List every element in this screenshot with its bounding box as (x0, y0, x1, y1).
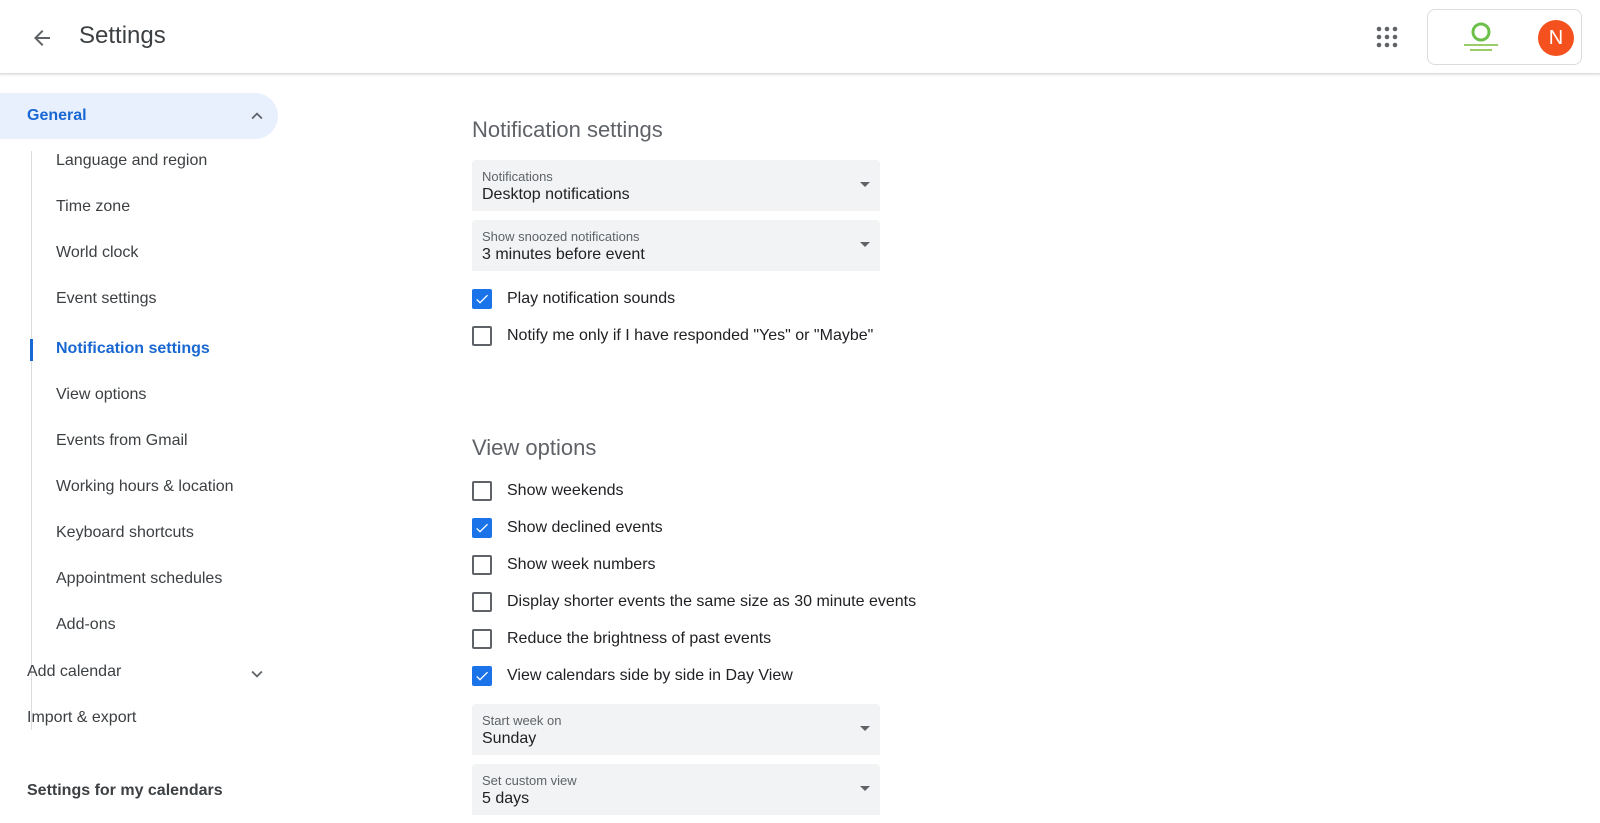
organization-logo (1464, 22, 1498, 51)
play-sounds-checkbox-row[interactable]: Play notification sounds (472, 287, 675, 311)
select-value: 5 days (482, 790, 530, 807)
sidebar-item-notification-settings[interactable]: Notification settings (56, 340, 210, 358)
show-declined-checkbox-row[interactable]: Show declined events (472, 516, 663, 540)
checkmark-icon (476, 294, 488, 304)
apps-button[interactable] (1367, 17, 1407, 57)
back-button[interactable] (22, 18, 62, 58)
sidebar-item-label: General (27, 107, 87, 124)
checkbox-unchecked[interactable] (472, 629, 492, 649)
checkbox-unchecked[interactable] (472, 592, 492, 612)
sidebar-item-general[interactable]: General (0, 93, 278, 139)
checkbox-label: Show week numbers (507, 556, 656, 573)
reduce-brightness-checkbox-row[interactable]: Reduce the brightness of past events (472, 627, 771, 651)
select-value: Desktop notifications (482, 186, 630, 203)
checkbox-checked[interactable] (472, 289, 492, 309)
checkmark-icon (476, 523, 488, 533)
sidebar-item-world-clock[interactable]: World clock (56, 244, 138, 262)
shorter-events-checkbox-row[interactable]: Display shorter events the same size as … (472, 590, 916, 614)
checkbox-checked[interactable] (472, 666, 492, 686)
notify-responded-checkbox-row[interactable]: Notify me only if I have responded "Yes"… (472, 324, 873, 348)
checkbox-unchecked[interactable] (472, 481, 492, 501)
select-label: Show snoozed notifications (482, 229, 640, 244)
chevron-up-icon[interactable] (246, 105, 268, 127)
account-switcher[interactable]: N (1427, 9, 1582, 65)
start-week-select[interactable]: Start week on Sunday (472, 704, 880, 755)
sidebar-item-language-region[interactable]: Language and region (56, 152, 207, 170)
show-week-numbers-checkbox-row[interactable]: Show week numbers (472, 553, 656, 577)
side-by-side-checkbox-row[interactable]: View calendars side by side in Day View (472, 664, 793, 688)
checkbox-label: Show weekends (507, 482, 624, 499)
select-value: Sunday (482, 730, 537, 747)
checkbox-label: Reduce the brightness of past events (507, 630, 772, 647)
checkbox-unchecked[interactable] (472, 555, 492, 575)
custom-view-select[interactable]: Set custom view 5 days (472, 764, 880, 815)
checkbox-label: Show declined events (507, 519, 663, 536)
checkbox-label: Play notification sounds (507, 290, 676, 307)
dropdown-arrow-icon (860, 786, 870, 791)
view-options-heading: View options (472, 435, 597, 460)
sidebar-item-working-hours[interactable]: Working hours & location (56, 478, 234, 496)
sidebar-item-time-zone[interactable]: Time zone (56, 198, 130, 216)
notification-settings-heading: Notification settings (472, 117, 663, 142)
checkmark-icon (476, 671, 488, 681)
checkbox-label: Display shorter events the same size as … (507, 593, 917, 610)
checkbox-label: Notify me only if I have responded "Yes"… (507, 327, 874, 344)
sidebar-item-events-from-gmail[interactable]: Events from Gmail (56, 432, 188, 450)
select-label: Start week on (482, 713, 562, 728)
dropdown-arrow-icon (860, 726, 870, 731)
snoozed-notifications-select[interactable]: Show snoozed notifications 3 minutes bef… (472, 220, 880, 271)
checkbox-checked[interactable] (472, 518, 492, 538)
notifications-select[interactable]: Notifications Desktop notifications (472, 160, 880, 211)
active-indicator (30, 339, 33, 361)
page-title: Settings (79, 22, 166, 49)
select-label: Notifications (482, 169, 553, 184)
submenu-divider (31, 151, 32, 730)
chevron-down-icon[interactable] (246, 663, 268, 685)
checkbox-label: View calendars side by side in Day View (507, 667, 793, 684)
top-bar: Settings N (0, 0, 1600, 74)
avatar[interactable]: N (1538, 20, 1574, 56)
dropdown-arrow-icon (860, 182, 870, 187)
sidebar-section-my-calendars[interactable]: Settings for my calendars (27, 782, 223, 800)
sidebar-item-appointment-schedules[interactable]: Appointment schedules (56, 570, 222, 588)
sidebar-item-import-export[interactable]: Import & export (27, 709, 136, 727)
checkbox-unchecked[interactable] (472, 326, 492, 346)
arrow-back-icon (34, 30, 50, 46)
select-label: Set custom view (482, 773, 577, 788)
show-weekends-checkbox-row[interactable]: Show weekends (472, 479, 624, 503)
sidebar-item-event-settings[interactable]: Event settings (56, 290, 157, 308)
sidebar-item-add-ons[interactable]: Add-ons (56, 616, 116, 634)
select-value: 3 minutes before event (482, 246, 645, 263)
sidebar-item-view-options[interactable]: View options (56, 386, 146, 404)
sidebar-item-add-calendar[interactable]: Add calendar (27, 663, 121, 681)
sidebar-item-keyboard-shortcuts[interactable]: Keyboard shortcuts (56, 524, 194, 542)
apps-grid-icon (1376, 26, 1398, 48)
dropdown-arrow-icon (860, 242, 870, 247)
